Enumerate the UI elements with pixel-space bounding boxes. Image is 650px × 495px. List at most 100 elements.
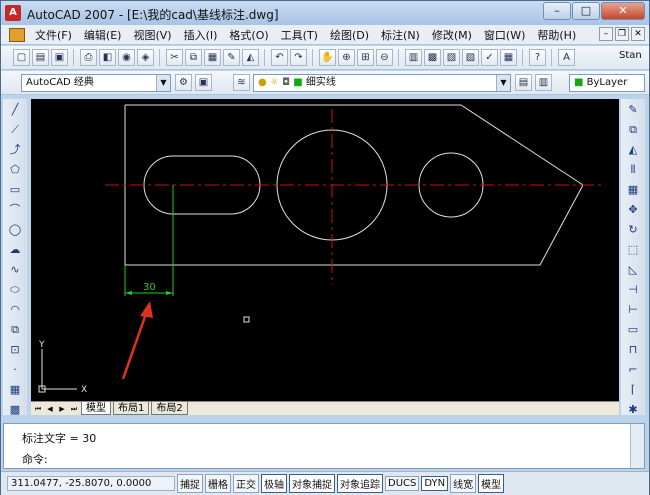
chevron-down-icon[interactable]: ▼ [156,75,170,91]
calculator-icon[interactable]: ▦ [500,49,517,66]
menu-edit[interactable]: 编辑(E) [78,27,128,43]
standard-style-label[interactable]: Stan [619,50,642,61]
line-icon[interactable]: ╱ [7,102,23,118]
chamfer-icon[interactable]: ⌐ [625,362,641,378]
menu-draw[interactable]: 绘图(D) [324,27,375,43]
lineweight-toggle[interactable]: 线宽 [450,474,477,493]
rectangle-icon[interactable]: ▭ [7,182,23,198]
model-toggle[interactable]: 模型 [478,474,505,493]
command-window[interactable]: 标注文字 = 30 命令: [3,423,645,469]
zoom-window-icon[interactable]: ⊞ [357,49,374,66]
last-tab-icon[interactable]: ⏭ [69,404,79,414]
dyn-toggle[interactable]: DYN [421,476,449,491]
fillet-icon[interactable]: ⌈ [625,382,641,398]
cut-icon[interactable]: ✂ [166,49,183,66]
trim-icon[interactable]: ⊣ [625,282,641,298]
doc-restore-button[interactable]: ❐ [615,27,629,41]
menu-dimension[interactable]: 标注(N) [375,27,426,43]
command-scrollbar[interactable] [630,424,644,468]
open-icon[interactable]: ▤ [32,49,49,66]
osnap-toggle[interactable]: 对象捕捉 [289,474,335,493]
new-icon[interactable]: ▢ [13,49,30,66]
ducs-toggle[interactable]: DUCS [385,476,420,491]
save-icon[interactable]: ▣ [51,49,68,66]
explode-icon[interactable]: ✱ [625,402,641,418]
block-editor-icon[interactable]: ◭ [242,49,259,66]
otrack-toggle[interactable]: 对象追踪 [337,474,383,493]
help-icon[interactable]: ? [529,49,546,66]
document-icon[interactable] [9,27,25,42]
join-icon[interactable]: ⊓ [625,342,641,358]
menu-help[interactable]: 帮助(H) [531,27,582,43]
stretch-icon[interactable]: ◺ [625,262,641,278]
snap-toggle[interactable]: 捕捉 [177,474,203,493]
menu-view[interactable]: 视图(V) [127,27,177,43]
redo-icon[interactable]: ↷ [290,49,307,66]
polar-toggle[interactable]: 极轴 [261,474,287,493]
layer-previous-icon[interactable]: ▥ [535,74,552,91]
gradient-icon[interactable]: ▩ [7,402,23,418]
match-properties-icon[interactable]: ✎ [223,49,240,66]
doc-minimize-button[interactable]: – [599,27,613,41]
tab-layout2[interactable]: 布局2 [151,402,188,415]
color-select[interactable]: ■ ByLayer [569,74,645,92]
markup-icon[interactable]: ✓ [481,49,498,66]
break-icon[interactable]: ▭ [625,322,641,338]
pan-icon[interactable]: ✋ [319,49,336,66]
workspace-select[interactable]: AutoCAD 经典 ▼ [21,74,171,92]
command-prompt[interactable]: 命令: [22,451,48,467]
chevron-down-icon[interactable]: ▼ [496,75,510,91]
array-icon[interactable]: ▦ [625,182,641,198]
menu-modify[interactable]: 修改(M) [426,27,478,43]
scale-icon[interactable]: ⬚ [625,242,641,258]
publish-icon[interactable]: ◉ [118,49,135,66]
layer-manager-icon[interactable]: ≋ [233,74,250,91]
copy-object-icon[interactable]: ⧉ [625,122,641,138]
revision-cloud-icon[interactable]: ☁ [7,242,23,258]
ellipse-icon[interactable]: ⬭ [7,282,23,298]
circle-icon[interactable]: ◯ [7,222,23,238]
maximize-button[interactable]: □ [572,2,600,20]
tab-model[interactable]: 模型 [81,402,111,415]
make-block-icon[interactable]: ⊡ [7,342,23,358]
menu-tools[interactable]: 工具(T) [275,27,324,43]
polygon-icon[interactable]: ⬠ [7,162,23,178]
properties-icon[interactable]: ▥ [405,49,422,66]
next-tab-icon[interactable]: ▶ [57,404,67,414]
zoom-previous-icon[interactable]: ⊖ [376,49,393,66]
copy-icon[interactable]: ⧉ [185,49,202,66]
hatch-icon[interactable]: ▦ [7,382,23,398]
design-center-icon[interactable]: ▩ [424,49,441,66]
coordinate-readout[interactable]: 311.0477, -25.8070, 0.0000 [7,476,175,491]
tool-palettes-icon[interactable]: ▧ [443,49,460,66]
ortho-toggle[interactable]: 正交 [233,474,259,493]
autocad-app-icon[interactable]: A [5,5,21,21]
move-icon[interactable]: ✥ [625,202,641,218]
menu-window[interactable]: 窗口(W) [478,27,531,43]
doc-close-button[interactable]: ✕ [631,27,645,41]
spline-icon[interactable]: ∿ [7,262,23,278]
tab-layout1[interactable]: 布局1 [113,402,150,415]
rotate-icon[interactable]: ↻ [625,222,641,238]
minimize-button[interactable]: – [543,2,571,20]
first-tab-icon[interactable]: ⏮ [33,404,43,414]
text-style-icon[interactable]: A [558,49,575,66]
menu-insert[interactable]: 插入(I) [178,27,224,43]
print-icon[interactable]: ⎙ [80,49,97,66]
offset-icon[interactable]: ⫴ [625,162,641,178]
polyline-icon[interactable]: ⤴ [7,142,23,158]
drawing-canvas[interactable]: 30 Y X [31,99,619,415]
grid-toggle[interactable]: 栅格 [205,474,231,493]
layer-select[interactable]: ● ☼ ◘ ■ 细实线 ▼ [253,74,511,92]
insert-block-icon[interactable]: ⧉ [7,322,23,338]
extend-icon[interactable]: ⊢ [625,302,641,318]
workspace-settings-icon[interactable]: ⚙ [175,74,192,91]
menu-format[interactable]: 格式(O) [223,27,274,43]
my-workspace-icon[interactable]: ▣ [195,74,212,91]
zoom-realtime-icon[interactable]: ⊕ [338,49,355,66]
mirror-icon[interactable]: ◭ [625,142,641,158]
construction-line-icon[interactable]: ⟋ [7,122,23,138]
close-button[interactable]: ✕ [601,2,645,20]
menu-file[interactable]: 文件(F) [29,27,78,43]
point-icon[interactable]: · [7,362,23,378]
